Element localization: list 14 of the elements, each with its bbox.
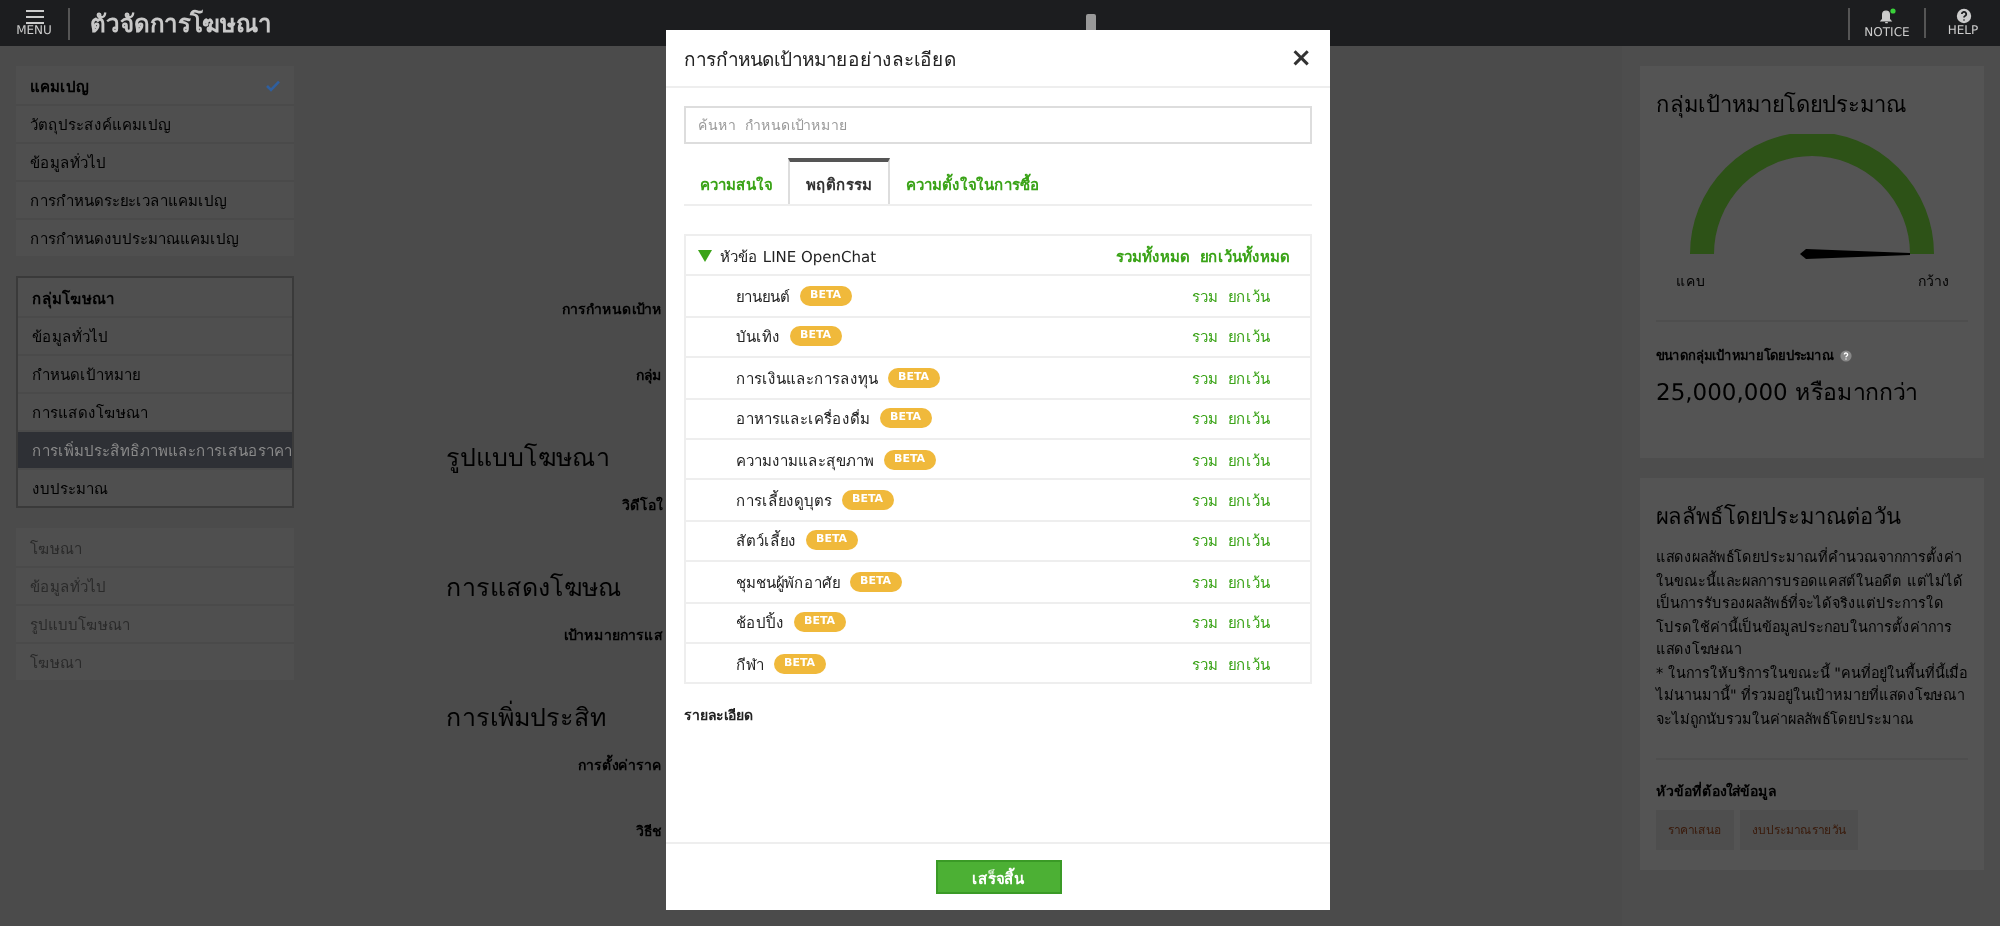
dialog-title: การกำหนดเป้าหมายอย่างละเอียด bbox=[684, 47, 956, 73]
audience-size-value: 25,000,000 หรือมากกว่า bbox=[1656, 376, 1919, 410]
section-heading: การแสดงโฆษณ bbox=[444, 570, 624, 606]
help-icon[interactable] bbox=[1840, 350, 1852, 362]
caret-icon[interactable] bbox=[698, 249, 712, 262]
check-icon bbox=[266, 79, 280, 91]
app-title: ตัวจัดการโฆษณา bbox=[90, 7, 272, 42]
menu-icon bbox=[25, 9, 43, 23]
help-icon bbox=[1955, 8, 1971, 24]
close-button[interactable]: × bbox=[1290, 43, 1312, 73]
section-heading: การเพิ่มประสิท bbox=[444, 698, 608, 736]
card-title: กลุ่มเป้าหมายโดยประมาณ bbox=[1656, 90, 1908, 122]
section-heading: รูปแบบโฆษณา bbox=[444, 440, 612, 477]
card-title: ผลลัพธ์โดยประมาณต่อวัน bbox=[1656, 502, 1904, 534]
